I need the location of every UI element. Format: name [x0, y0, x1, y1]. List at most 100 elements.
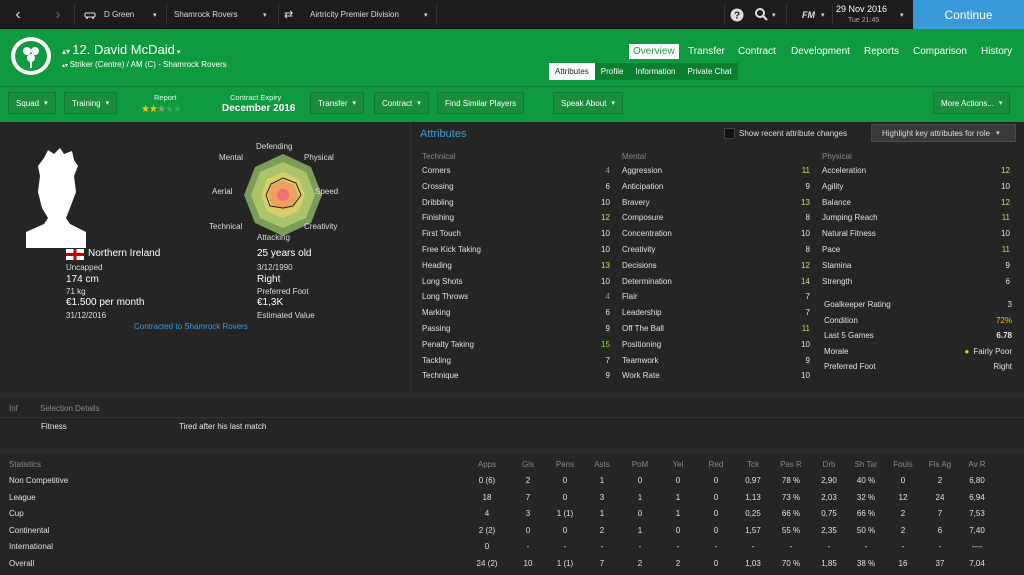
attribute-row[interactable]: Stamina 9 [822, 261, 1010, 276]
attribute-row[interactable]: Long Shots 10 [422, 277, 610, 292]
subtab-attributes[interactable]: Attributes [549, 63, 595, 80]
attribute-row[interactable]: Dribbling 10 [422, 198, 610, 213]
search-icon[interactable] [752, 0, 770, 29]
contract-button[interactable]: Contract ▾ [374, 92, 429, 114]
chevron-down-icon[interactable]: ▾ [772, 0, 776, 29]
nationality[interactable]: Northern Ireland [88, 248, 160, 259]
attribute-row[interactable]: Positioning 10 [622, 340, 810, 355]
attribute-row[interactable]: Passing 9 [422, 324, 610, 339]
table-cell: - [638, 542, 642, 552]
table-cell: 7,53 [969, 509, 985, 519]
attribute-name: Strength [822, 276, 853, 286]
forward-icon[interactable]: › [44, 0, 72, 29]
back-icon[interactable]: ‹ [0, 0, 36, 29]
estimated-value: €1,3K [257, 297, 284, 308]
more-actions-button[interactable]: More Actions... ▾ [933, 92, 1011, 114]
attribute-row[interactable]: Tackling 7 [422, 356, 610, 371]
attribute-row[interactable]: Work Rate 10 [622, 371, 810, 386]
chevron-down-icon[interactable]: ▾ [424, 0, 428, 29]
attribute-row[interactable]: Penalty Taking 15 [422, 340, 610, 355]
attribute-row[interactable]: Balance 12 [822, 198, 1010, 213]
table-row[interactable]: Continental 2 (2) 0 0 2 1 0 0 1,57 55 % 2,35 50 % 2 6… [0, 523, 1024, 539]
attribute-name: Teamwork [622, 355, 659, 365]
attribute-name: Off The Ball [622, 324, 664, 333]
tab-reports[interactable]: Reports [860, 44, 903, 59]
statistics-panel: Statistics Apps Gls Pens Asts PoM Yel Red Tck Pas… [0, 454, 1024, 575]
attribute-row[interactable]: Heading 13 [422, 261, 610, 276]
table-cell: 2,35 [821, 525, 837, 535]
attribute-row[interactable]: Marking 6 [422, 308, 610, 323]
subtab-information[interactable]: Information [629, 63, 681, 80]
attribute-row[interactable]: Teamwork 9 [622, 356, 810, 371]
table-row[interactable]: Overall 24 (2) 10 1 (1) 7 2 2 0 1,03 70 % 1,85 38 %… [0, 556, 1024, 572]
training-button[interactable]: Training ▾ [64, 92, 118, 114]
attribute-row[interactable]: Aggression 11 [622, 166, 810, 181]
attribute-row[interactable]: Free Kick Taking 10 [422, 245, 610, 260]
tab-development[interactable]: Development [787, 44, 854, 59]
table-cell: 2 [637, 559, 643, 568]
attribute-row[interactable]: Technique 9 [422, 371, 610, 386]
fitness-value: Tired after his last match [179, 422, 267, 431]
table-cell: 0 [562, 525, 568, 535]
subtab-private-chat[interactable]: Private Chat [682, 63, 738, 80]
attribute-row[interactable]: First Touch 10 [422, 229, 610, 244]
subtab-profile[interactable]: Profile [595, 63, 630, 80]
attribute-name: Marking [422, 308, 451, 318]
competition-name[interactable]: Airtricity Premier Division [310, 0, 399, 29]
fm-menu[interactable]: FM [802, 0, 815, 29]
tab-contract[interactable]: Contract [734, 44, 780, 59]
table-cell: 1 [675, 509, 681, 519]
attribute-row[interactable]: Decisions 12 [622, 261, 810, 276]
attribute-row[interactable]: Long Throws 4 [422, 292, 610, 307]
attribute-row[interactable]: Finishing 12 [422, 213, 610, 228]
continue-button[interactable]: Continue [913, 0, 1024, 29]
attribute-row[interactable]: Flair 7 [622, 292, 810, 307]
contracted-link[interactable]: Contracted to Shamrock Rovers [134, 322, 248, 331]
tab-overview[interactable]: Overview [629, 44, 679, 59]
attribute-row[interactable]: Determination 14 [622, 277, 810, 292]
attribute-row[interactable]: Strength 6 [822, 277, 1010, 292]
attribute-row[interactable]: Pace 11 [822, 245, 1010, 260]
attribute-row[interactable]: Jumping Reach 11 [822, 213, 1010, 228]
speak-about-button[interactable]: Speak About ▾ [553, 92, 623, 114]
attribute-row[interactable]: Crossing 6 [422, 182, 610, 197]
transfer-button[interactable]: Transfer ▾ [310, 92, 365, 114]
find-similar-button[interactable]: Find Similar Players [437, 92, 525, 114]
status-value: 3 [1007, 300, 1012, 309]
attribute-row[interactable]: Corners 4 [422, 166, 610, 181]
manager-name[interactable]: D Green [104, 0, 134, 29]
attribute-row[interactable]: Concentration 10 [622, 229, 810, 244]
table-cell: 0,75 [821, 509, 837, 519]
attribute-name: Finishing [422, 213, 455, 223]
show-recent-checkbox[interactable] [724, 128, 735, 139]
attribute-row[interactable]: Creativity 8 [622, 245, 810, 260]
attribute-row[interactable]: Leadership 7 [622, 308, 810, 323]
attribute-row[interactable]: Natural Fitness 10 [822, 229, 1010, 244]
club-name[interactable]: Shamrock Rovers [174, 0, 238, 29]
tab-transfer[interactable]: Transfer [684, 44, 729, 59]
attribute-row[interactable]: Agility 10 [822, 182, 1010, 197]
highlight-dropdown[interactable]: Highlight key attributes for role ▾ [871, 124, 1016, 142]
attribute-row[interactable]: Bravery 13 [622, 198, 810, 213]
attribute-row[interactable]: Acceleration 12 [822, 166, 1010, 181]
table-cell: 66 % [781, 509, 801, 519]
table-row[interactable]: Non Competitive 0 (6) 2 0 1 0 0 0 0,97 78 % 2,90 40… [0, 473, 1024, 489]
attribute-value: 13 [801, 197, 810, 207]
swap-icon[interactable]: ⇄ [284, 0, 293, 29]
table-row[interactable]: International 0- - - - - - - - - - - - ---- [0, 539, 1024, 555]
attribute-name: Balance [822, 197, 851, 207]
attribute-row[interactable]: Composure 8 [622, 213, 810, 228]
attribute-row[interactable]: Anticipation 9 [622, 182, 810, 197]
chevron-down-icon[interactable]: ▾ [263, 0, 267, 29]
table-row[interactable]: League 18 7 0 3 1 1 0 1,13 73 % 2,03 32 % 12 24 6,94 [0, 490, 1024, 506]
squad-button[interactable]: Squad ▾ [8, 92, 56, 114]
attribute-row[interactable]: Off The Ball 11 [622, 324, 810, 339]
help-icon[interactable]: ? [728, 0, 746, 29]
chevron-down-icon[interactable]: ▾ [900, 0, 904, 29]
column-header: PoM [631, 460, 649, 469]
chevron-down-icon[interactable]: ▾ [821, 0, 825, 29]
tab-history[interactable]: History [977, 44, 1016, 59]
table-row[interactable]: Cup 4 3 1 (1) 1 0 1 0 0,25 66 % 0,75 66 % 2 7 7,53 [0, 506, 1024, 522]
tab-comparison[interactable]: Comparison [909, 44, 971, 59]
chevron-down-icon[interactable]: ▾ [153, 0, 157, 29]
